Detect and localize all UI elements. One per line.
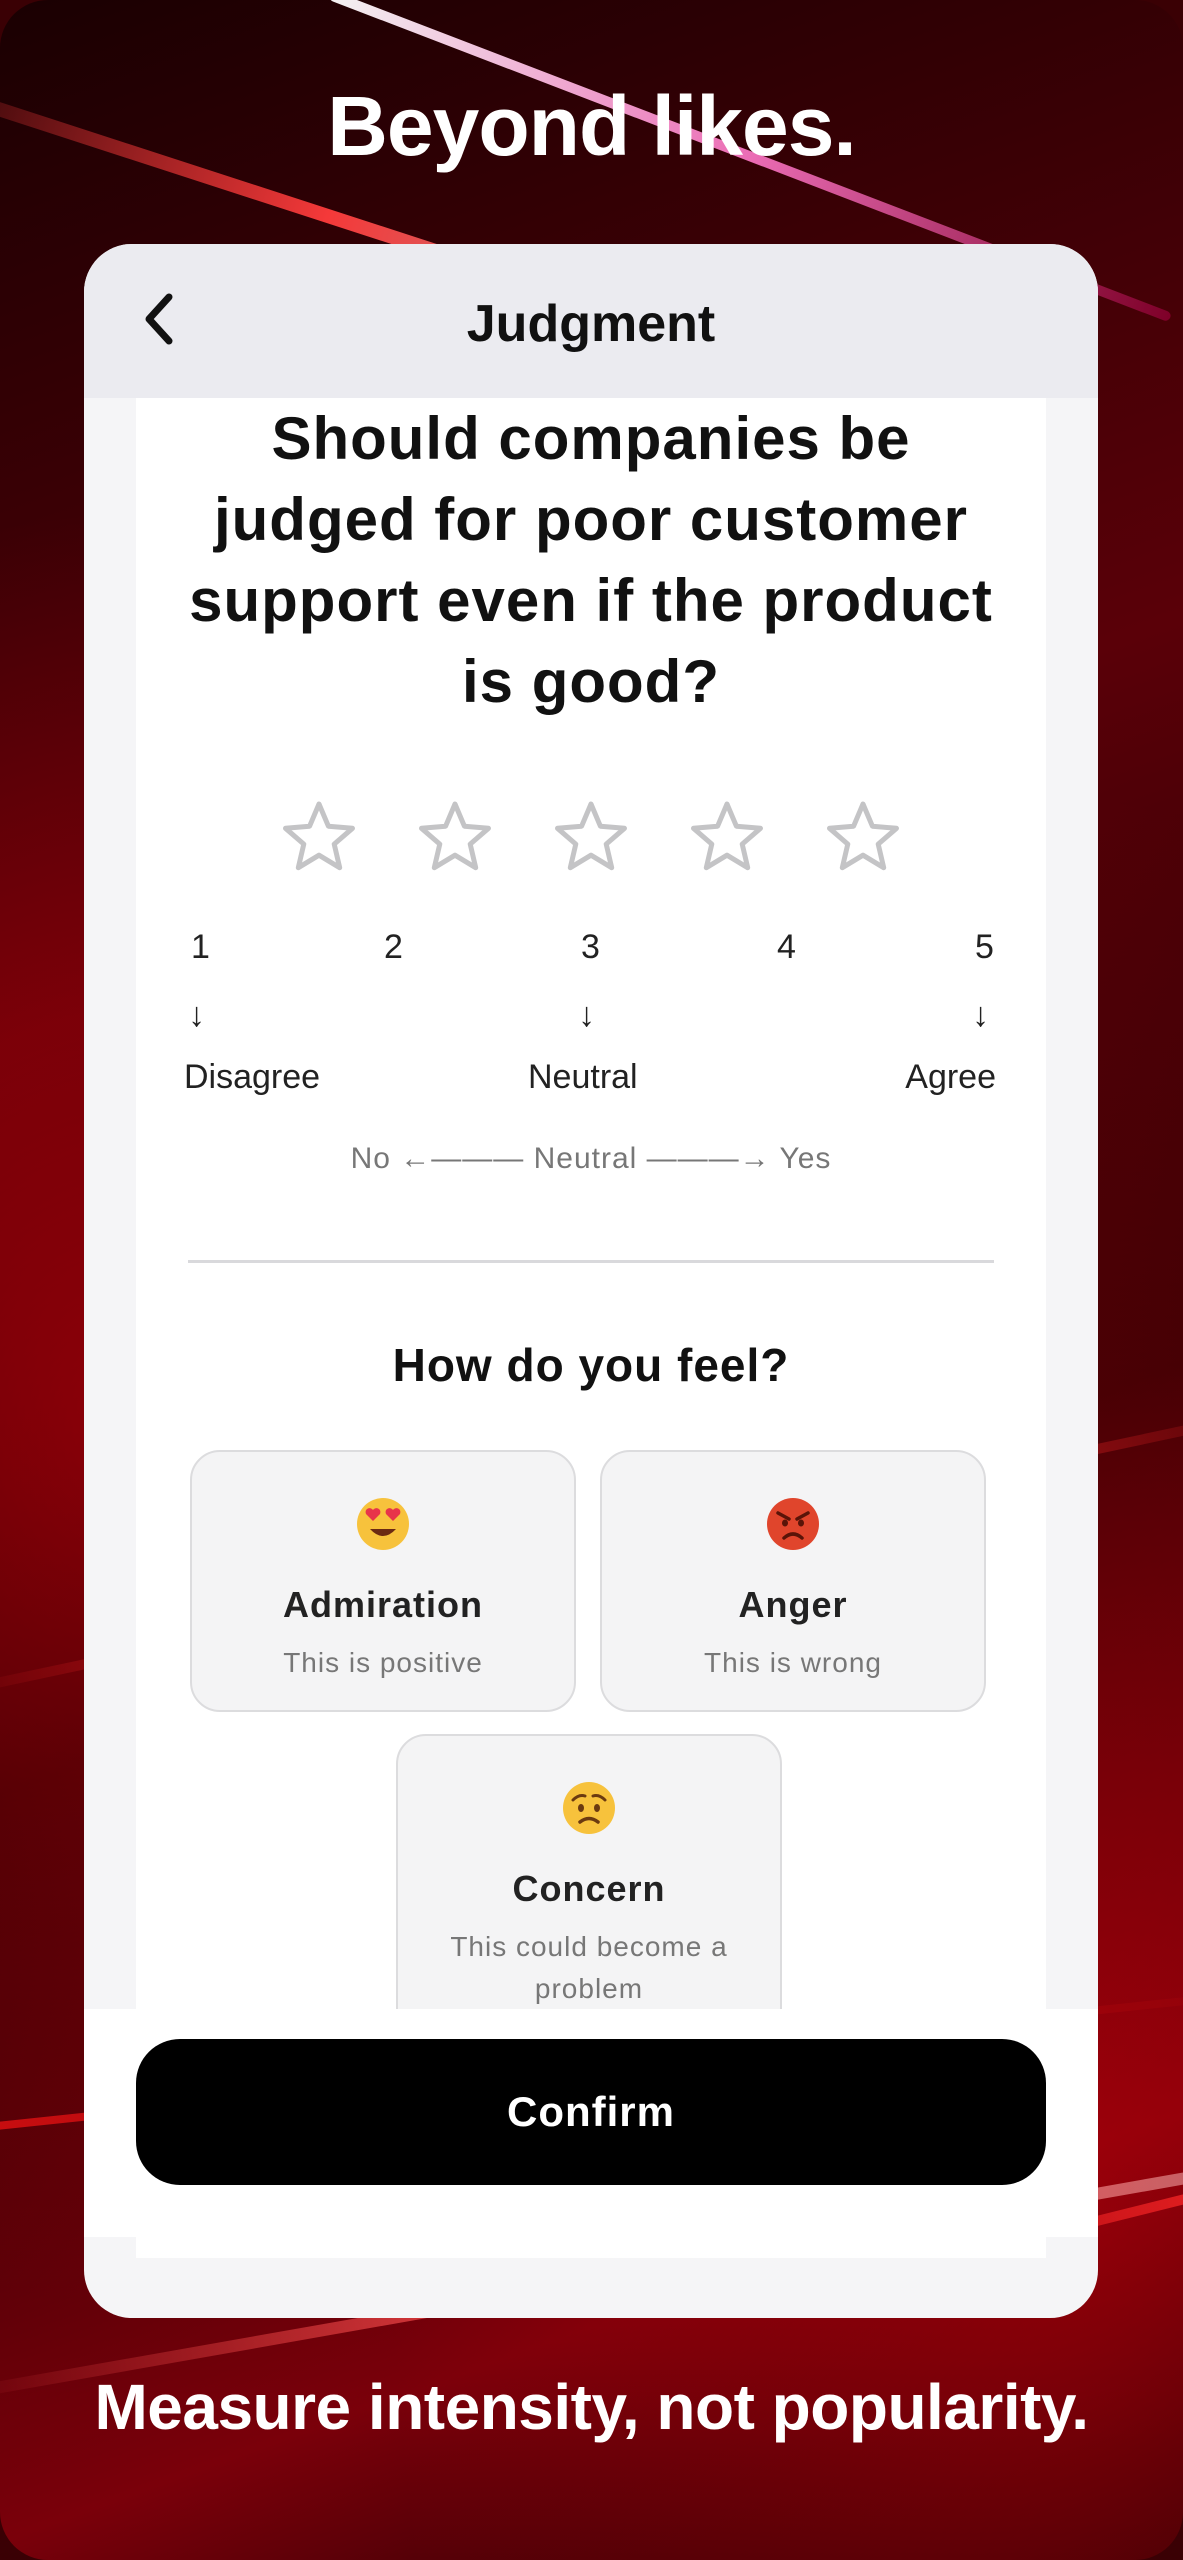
- star-5-icon[interactable]: [823, 798, 903, 878]
- scale-number-2: 2: [384, 928, 403, 966]
- scale-labels: Disagree Neutral Agree: [184, 1058, 996, 1102]
- promo-footline: Measure intensity, not popularity.: [94, 2371, 1089, 2443]
- scale-hint: No ←——— Neutral ———→ Yes: [350, 1142, 832, 1175]
- label-disagree: Disagree: [184, 1058, 321, 1096]
- app-screen: Judgment Should companies be judged for …: [84, 244, 1098, 2318]
- feeling-card-admiration[interactable]: Admiration This is positive: [190, 1450, 576, 1712]
- star-4-icon[interactable]: [687, 798, 767, 878]
- star-rating: [136, 798, 1046, 878]
- page-title: Judgment: [466, 295, 716, 353]
- scale-number-3: 3: [581, 928, 600, 966]
- scale-number-1: 1: [191, 928, 210, 966]
- label-neutral: Neutral: [528, 1058, 638, 1096]
- feeling-card-concern[interactable]: Concern This could become a problem: [396, 1734, 782, 2054]
- promo-headline: Beyond likes.: [327, 79, 857, 173]
- feelings-title: How do you feel?: [392, 1339, 790, 1391]
- label-agree: Agree: [905, 1058, 996, 1096]
- question-content: Should companies be judged for poor cust…: [136, 398, 1046, 2258]
- scale-arrows: ↓ ↓ ↓: [186, 996, 996, 1036]
- divider: [188, 1260, 994, 1263]
- star-1-icon[interactable]: [279, 798, 359, 878]
- feeling-description: This is wrong: [704, 1647, 882, 1678]
- feeling-description: This is positive: [283, 1647, 483, 1678]
- scale-number-5: 5: [975, 928, 994, 966]
- bottom-action-bar: Confirm: [84, 2009, 1098, 2237]
- scale-numbers: 1 2 3 4 5: [186, 928, 996, 968]
- feeling-name: Concern: [512, 1868, 666, 1909]
- navigation-bar: Judgment: [84, 244, 1098, 398]
- star-2-icon[interactable]: [415, 798, 495, 878]
- arrow-down-icon: ↓: [188, 996, 205, 1034]
- question-text: Should companies be judged for poor cust…: [189, 405, 993, 715]
- angry-face-emoji-icon: [602, 1496, 984, 1552]
- scale-number-4: 4: [777, 928, 796, 966]
- feeling-name: Admiration: [282, 1584, 483, 1625]
- heart-eyes-emoji-icon: [192, 1496, 574, 1552]
- worried-face-emoji-icon: [398, 1780, 780, 1836]
- arrow-down-icon: ↓: [578, 996, 595, 1034]
- feeling-name: Anger: [738, 1584, 848, 1625]
- feeling-card-anger[interactable]: Anger This is wrong: [600, 1450, 986, 1712]
- star-3-icon[interactable]: [551, 798, 631, 878]
- arrow-down-icon: ↓: [972, 996, 989, 1034]
- confirm-button[interactable]: Confirm: [136, 2039, 1046, 2185]
- feeling-description: This could become a problem: [450, 1931, 728, 2004]
